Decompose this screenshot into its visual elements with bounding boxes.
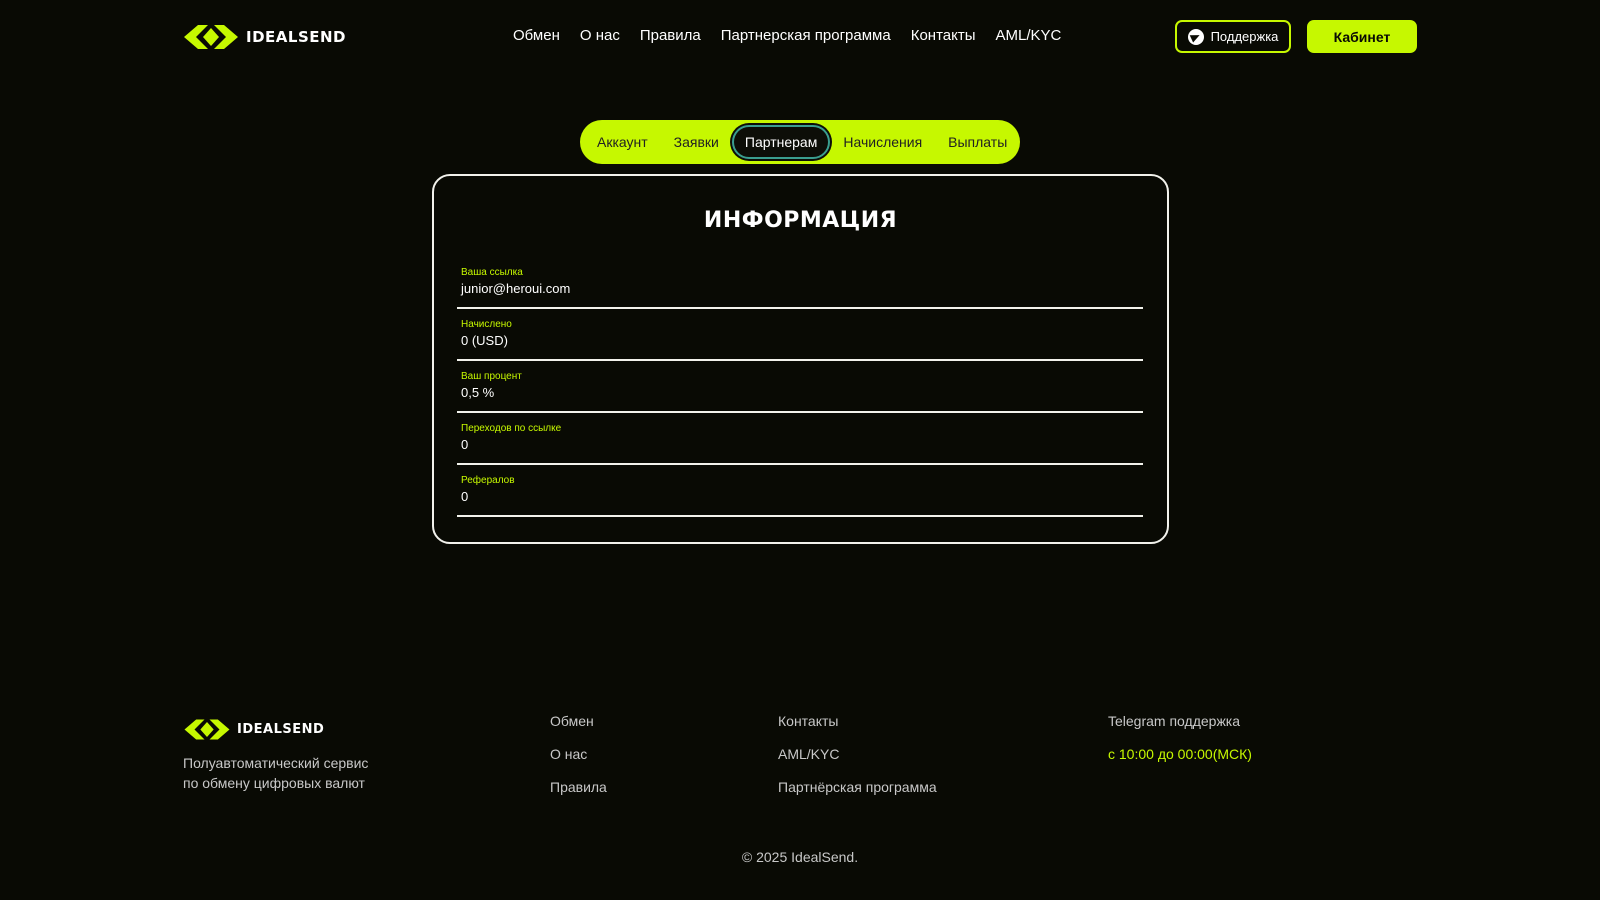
logo-icon bbox=[184, 719, 230, 740]
field-label: Рефералов bbox=[461, 475, 515, 486]
info-card: ИНФОРМАЦИЯ Ваша ссылка junior@heroui.com… bbox=[432, 174, 1169, 544]
site-header: IDEALSEND Обмен О нас Правила Партнерска… bbox=[0, 0, 1600, 74]
footer-link-about[interactable]: О нас bbox=[550, 745, 607, 763]
field-value: 0 bbox=[461, 489, 469, 504]
footer-telegram-support-link[interactable]: Telegram поддержка bbox=[1108, 712, 1252, 730]
field-label: Ваша ссылка bbox=[461, 267, 523, 278]
footer-link-partner-program[interactable]: Партнёрская программа bbox=[778, 778, 937, 796]
footer-links-main: Обмен О нас Правила bbox=[550, 712, 607, 796]
field-value: junior@heroui.com bbox=[461, 281, 571, 296]
tab-payouts[interactable]: Выплаты bbox=[935, 125, 1020, 159]
footer-link-rules[interactable]: Правила bbox=[550, 778, 607, 796]
info-title: ИНФОРМАЦИЯ bbox=[703, 208, 898, 233]
tab-accruals[interactable]: Начисления bbox=[830, 125, 935, 159]
footer-support-hours: с 10:00 до 00:00(МСК) bbox=[1108, 746, 1252, 762]
copyright: © 2025 IdealSend. bbox=[741, 849, 859, 865]
referrals-field[interactable]: Рефералов 0 bbox=[457, 475, 1143, 517]
accrued-field[interactable]: Начислено 0 (USD) bbox=[457, 319, 1143, 361]
referral-link-field[interactable]: Ваша ссылка junior@heroui.com bbox=[457, 267, 1143, 309]
support-button[interactable]: Поддержка bbox=[1175, 20, 1291, 53]
field-label: Ваш процент bbox=[461, 371, 522, 382]
footer-link-aml-kyc[interactable]: AML/KYC bbox=[778, 745, 937, 763]
field-label: Начислено bbox=[461, 319, 512, 330]
main-nav: Обмен О нас Правила Партнерская программ… bbox=[513, 27, 1061, 44]
nav-rules[interactable]: Правила bbox=[640, 27, 701, 44]
field-label: Переходов по ссылке bbox=[461, 423, 562, 434]
nav-contacts[interactable]: Контакты bbox=[911, 27, 976, 44]
telegram-icon bbox=[1187, 28, 1204, 45]
tab-account[interactable]: Аккаунт bbox=[584, 125, 661, 159]
percent-field[interactable]: Ваш процент 0,5 % bbox=[457, 371, 1143, 413]
link-clicks-field[interactable]: Переходов по ссылке 0 bbox=[457, 423, 1143, 465]
nav-about[interactable]: О нас bbox=[580, 27, 620, 44]
nav-aml-kyc[interactable]: AML/KYC bbox=[996, 27, 1062, 44]
footer-link-exchange[interactable]: Обмен bbox=[550, 712, 607, 730]
logo-text: IDEALSEND bbox=[246, 28, 347, 46]
tab-orders[interactable]: Заявки bbox=[661, 125, 732, 159]
nav-partner-program[interactable]: Партнерская программа bbox=[721, 27, 891, 44]
field-value: 0 (USD) bbox=[461, 333, 508, 348]
footer-description: Полуавтоматический сервис по обмену цифр… bbox=[183, 755, 369, 791]
logo[interactable]: IDEALSEND bbox=[184, 22, 346, 52]
footer-links-info: Контакты AML/KYC Партнёрская программа bbox=[778, 712, 937, 796]
field-value: 0,5 % bbox=[461, 385, 495, 400]
logo-icon bbox=[184, 25, 238, 49]
nav-exchange[interactable]: Обмен bbox=[513, 27, 560, 44]
cabinet-button[interactable]: Кабинет bbox=[1307, 20, 1417, 53]
footer-support: Telegram поддержка с 10:00 до 00:00(МСК) bbox=[1108, 712, 1252, 763]
tab-partners[interactable]: Партнерам bbox=[731, 125, 831, 159]
footer-logo[interactable]: IDEALSEND bbox=[184, 717, 324, 742]
footer-link-contacts[interactable]: Контакты bbox=[778, 712, 937, 730]
account-tabs: Аккаунт Заявки Партнерам Начисления Выпл… bbox=[580, 120, 1020, 164]
field-value: 0 bbox=[461, 437, 469, 452]
support-button-label: Поддержка bbox=[1210, 29, 1279, 44]
logo-text: IDEALSEND bbox=[237, 722, 325, 737]
